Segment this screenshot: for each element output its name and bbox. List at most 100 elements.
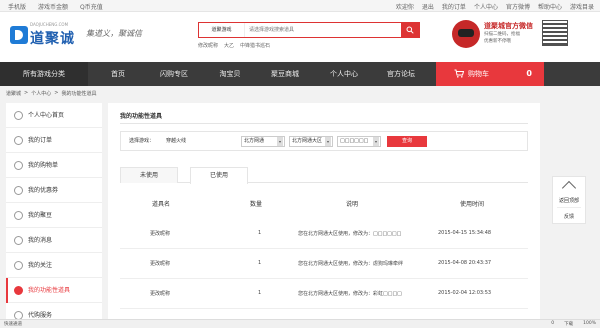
browser-status-bar: 快速通道 0 下载 100%	[0, 319, 600, 328]
logout-link[interactable]: 退出	[422, 2, 434, 11]
region-select[interactable]: 北方网通	[241, 136, 285, 147]
tab-used[interactable]: 已使用	[190, 167, 248, 184]
column-header: 道具名	[152, 201, 171, 208]
filter-label: 选择游戏：	[129, 138, 155, 144]
item-name: 更改昵称	[150, 231, 171, 237]
tab-unused[interactable]: 未使用	[120, 167, 178, 183]
promo-line: 扫描二维码，抢福	[484, 32, 520, 37]
query-button[interactable]: 查询	[387, 136, 427, 147]
sidebar-item-messages[interactable]: 我的消息	[6, 228, 102, 253]
chevron-up-icon[interactable]	[561, 180, 577, 196]
breadcrumb: 道聚城 > 个人中心 > 我的功能性道具	[6, 90, 96, 97]
search-icon	[406, 26, 414, 34]
logo-name: 道聚诚	[30, 31, 75, 47]
server-select-value: 北方网通大区	[292, 138, 323, 144]
cart-button[interactable]: 购物车 0	[436, 62, 544, 86]
sidebar-item-label: 我的聚豆	[28, 212, 53, 219]
divider	[557, 207, 581, 208]
nav-forum[interactable]: 官方论坛	[376, 62, 426, 86]
help-center-link[interactable]: 帮助中心	[538, 2, 562, 11]
nav-bean-mall[interactable]: 聚豆商城	[260, 62, 310, 86]
sidebar-item-follows[interactable]: 我的关注	[6, 253, 102, 278]
hotword-link[interactable]: 中锋猎书巡石	[240, 42, 270, 49]
region-select-value: 北方网通	[244, 138, 265, 144]
table-header: 道具名 数量 说明 使用时间	[120, 199, 528, 211]
sidebar-item-beans[interactable]: 我的聚豆	[6, 203, 102, 228]
breadcrumb-user-center[interactable]: 个人中心	[31, 90, 51, 97]
hot-search-words: 修改昵称 大乙 中锋猎书巡石	[198, 42, 270, 49]
cart-icon	[454, 69, 464, 78]
tab-bar: 未使用 已使用	[120, 167, 528, 184]
cart-label: 购物车	[468, 70, 489, 78]
back-to-top-button[interactable]: 返回顶部	[553, 197, 585, 204]
nav-home[interactable]: 首页	[96, 62, 140, 86]
server-select[interactable]: 北方网通大区	[289, 136, 333, 147]
qcoin-link[interactable]: Q币充值	[80, 2, 103, 11]
search-button[interactable]	[401, 23, 419, 37]
zoom-level[interactable]: 100%	[583, 321, 596, 327]
my-orders-link[interactable]: 我的订单	[442, 2, 466, 11]
user-icon	[14, 111, 23, 120]
game-currency-link[interactable]: 游戏币金额	[38, 2, 68, 11]
search-input[interactable]	[249, 24, 395, 36]
role-select-value: □□□□□□	[340, 138, 369, 144]
site-logo[interactable]: DAOJUCHENG.COM 道聚诚	[10, 22, 82, 48]
item-name: 更改昵称	[150, 261, 171, 267]
floating-panel: 返回顶部 反馈	[552, 176, 586, 224]
status-item: 0	[551, 321, 555, 326]
sidebar-item-coupons[interactable]: 我的优惠券	[6, 178, 102, 203]
breadcrumb-home[interactable]: 道聚城	[6, 90, 21, 97]
item-qty: 1	[258, 290, 262, 296]
chevron-down-icon	[373, 137, 379, 146]
nav-all-games[interactable]: 所有游戏分类	[0, 62, 88, 86]
search-category-select[interactable]: 道聚游戏	[199, 23, 245, 37]
nav-taobao[interactable]: 淘宝贝	[208, 62, 252, 86]
table-row: 更改昵称 1 您在北方网通大区使用，修改为：□□□□□□ 2015-04-15 …	[120, 219, 528, 249]
sidebar-item-functional-items[interactable]: 我的功能性道具	[6, 278, 102, 303]
item-qty: 1	[258, 230, 262, 236]
logo-domain: DAOJUCHENG.COM	[30, 22, 69, 27]
user-center-link[interactable]: 个人中心	[474, 2, 498, 11]
sidebar-item-shopping-list[interactable]: 我的购物单	[6, 153, 102, 178]
game-select[interactable]: 穿越火线	[163, 136, 233, 147]
table-row: 更改昵称 1 您在北方网通大区使用，修改为：虐狗玛琳牵绊 2015-04-08 …	[120, 249, 528, 279]
game-filter: 选择游戏： 穿越火线 北方网通 北方网通大区 □□□□□□ 查询	[120, 131, 528, 151]
page-title: 我的功能性道具	[120, 113, 163, 120]
sidebar-item-label: 我的功能性道具	[28, 287, 71, 294]
nav-flash-sale[interactable]: 闪购专区	[146, 62, 202, 86]
coupon-icon	[14, 186, 23, 195]
column-header: 使用时间	[460, 201, 485, 208]
table-row: 更改昵称 1 您在北方网通大区使用，修改为：彩虹□□□□ 2015-02-04 …	[120, 279, 528, 309]
chevron-down-icon	[277, 137, 283, 146]
item-name: 更改昵称	[150, 291, 171, 297]
sidebar-item-orders[interactable]: 我的订单	[6, 128, 102, 153]
game-directory-link[interactable]: 游戏目录	[570, 2, 594, 11]
feedback-button[interactable]: 反馈	[553, 213, 585, 220]
header: DAOJUCHENG.COM 道聚诚 集道义，聚诚信 道聚游戏 修改昵称 大乙 …	[0, 12, 600, 62]
logo-mark-icon	[10, 26, 28, 44]
wechat-promo: 道聚城官方微信 扫描二维码，抢福 优惠新不停哦	[452, 20, 572, 54]
message-icon	[14, 236, 23, 245]
main-nav: 所有游戏分类 首页 闪购专区 淘宝贝 聚豆商城 个人中心 官方论坛 购物车 0	[0, 62, 600, 86]
top-bar: 手机版 游戏币金额 Q币充值 欢迎你 退出 我的订单 个人中心 官方微博 帮助中…	[0, 0, 600, 12]
download-button[interactable]: 下载	[564, 321, 573, 327]
promo-line: 优惠新不停哦	[484, 39, 511, 44]
sidebar-item-label: 我的订单	[28, 137, 53, 144]
item-time: 2015-04-08 20:43:37	[438, 260, 492, 266]
item-qty: 1	[258, 260, 262, 266]
sidebar-item-home[interactable]: 个人中心首页	[6, 103, 102, 128]
status-left-text: 快速通道	[4, 322, 22, 327]
order-icon	[14, 136, 23, 145]
mobile-link[interactable]: 手机版	[8, 2, 26, 11]
sidebar-item-label: 个人中心首页	[28, 112, 65, 119]
hotword-link[interactable]: 大乙	[224, 42, 234, 49]
cart-count: 0	[526, 69, 532, 78]
role-select[interactable]: □□□□□□	[337, 136, 381, 147]
hotword-link[interactable]: 修改昵称	[198, 42, 218, 49]
star-icon	[14, 261, 23, 270]
breadcrumb-sep: >	[24, 90, 29, 96]
weibo-link[interactable]: 官方微博	[506, 2, 530, 11]
search-bar: 道聚游戏	[198, 22, 420, 38]
mascot-icon	[452, 20, 480, 48]
nav-user-center[interactable]: 个人中心	[316, 62, 372, 86]
